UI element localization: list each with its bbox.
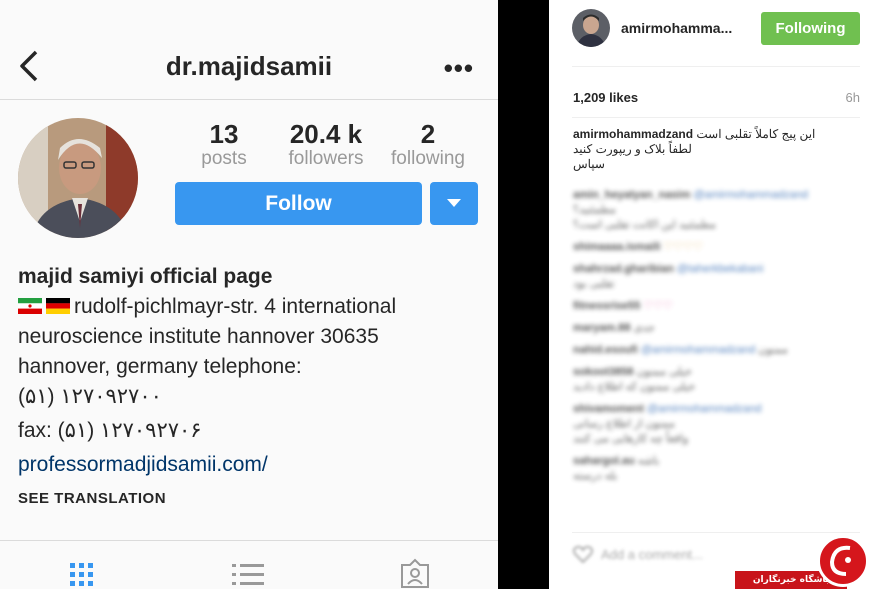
profile-screen: dr.majidsamii ••• 13 posts 20.4 k follow… (0, 0, 498, 589)
bio-address-line2: neuroscience institute hannover 30635 (18, 325, 379, 348)
watermark-logo: باشگاه خبرنگاران (735, 535, 870, 589)
stat-followers[interactable]: 20.4 k followers (276, 120, 376, 170)
caption-line3: سپاس (573, 157, 605, 171)
follow-button[interactable]: Follow (175, 182, 422, 225)
see-translation-link[interactable]: SEE TRANSLATION (18, 490, 166, 507)
post-author-username[interactable]: amirmohamma... (621, 20, 732, 36)
stat-posts[interactable]: 13 posts (172, 120, 276, 170)
add-comment-input[interactable]: Add a comment... (573, 545, 703, 569)
profile-username: dr.majidsamii (165, 51, 333, 81)
caption-line1: این پیج کاملاً تقلبی است (696, 127, 816, 141)
list-item: maryam.88 جدی (573, 322, 655, 334)
heart-icon[interactable] (573, 545, 593, 564)
stat-following[interactable]: 2 following (378, 120, 478, 170)
watermark-emblem-icon (817, 535, 869, 587)
grid-icon (70, 563, 93, 586)
list-item: nahid.esoufi @amirmohammadzand ممنون (573, 344, 788, 356)
divider (572, 66, 860, 67)
list-item: sokoot3858 خیلی ممنون خیلی ممنون که اطلاع… (573, 366, 696, 393)
list-icon (232, 564, 264, 585)
bio-address-line3: hannover, germany telephone: (18, 355, 302, 378)
germany-flag-icon (46, 298, 70, 314)
tab-tagged[interactable] (399, 557, 431, 589)
tagged-person-icon (401, 558, 429, 588)
bio-name: majid samiyi official page (18, 265, 273, 288)
bio-fax: fax: (۵۱) ۱۲۷۰۹۲۷۰۶ (18, 419, 202, 442)
iran-flag-icon (18, 298, 42, 314)
list-item: fitnessrise55 ♡♡♡ (573, 300, 673, 312)
bio-website-link[interactable]: professormadjidsamii.com/ (18, 450, 488, 480)
suggested-dropdown-button[interactable] (430, 182, 478, 225)
caret-down-icon (447, 199, 461, 207)
tab-grid[interactable] (68, 561, 96, 589)
divider (572, 117, 860, 118)
following-button[interactable]: Following (761, 12, 860, 45)
likes-count[interactable]: 1,209 likes (573, 90, 638, 105)
list-item: shahrzad.gharibian @taherkbekabani تقلبی … (573, 263, 764, 290)
comments-list: amin_heyatyan_nasim @amirmohammadzand مطم… (573, 188, 863, 528)
post-timestamp: 6h (845, 90, 860, 105)
profile-stats: 13 posts 20.4 k followers 2 following (172, 120, 482, 170)
avatar[interactable] (18, 118, 138, 238)
profile-bio: majid samiyi official page rudolf-pichlm… (18, 262, 488, 480)
post-author-avatar[interactable] (572, 9, 610, 47)
list-item: shivamoment @amirmohammadzand ممنون از اط… (573, 403, 762, 445)
more-options-icon[interactable]: ••• (444, 53, 474, 84)
list-item: amin_heyatyan_nasim @amirmohammadzand مطم… (573, 189, 808, 231)
bio-telephone: (۵۱) ۱۲۷۰۹۲۷۰۰ (18, 385, 162, 408)
post-panel: amirmohamma... Following 1,209 likes 6h … (549, 0, 870, 589)
bio-address-line1: rudolf-pichlmayr-str. 4 international (74, 295, 397, 318)
post-caption: amirmohammadzand این پیج کاملاً تقلبی اس… (573, 127, 863, 172)
caption-username[interactable]: amirmohammadzand (573, 127, 693, 141)
caption-line2: لطفاً بلاک و ریپورت کنید (573, 142, 692, 156)
tab-list[interactable] (232, 561, 264, 589)
profile-view-tabs (0, 540, 498, 589)
profile-header: dr.majidsamii ••• (0, 0, 498, 100)
divider (572, 532, 860, 533)
list-item: sahargol.au باشه بله درسته (573, 455, 660, 482)
list-item: shimaaaa.ismaili ♡♡♡♡ (573, 241, 703, 253)
